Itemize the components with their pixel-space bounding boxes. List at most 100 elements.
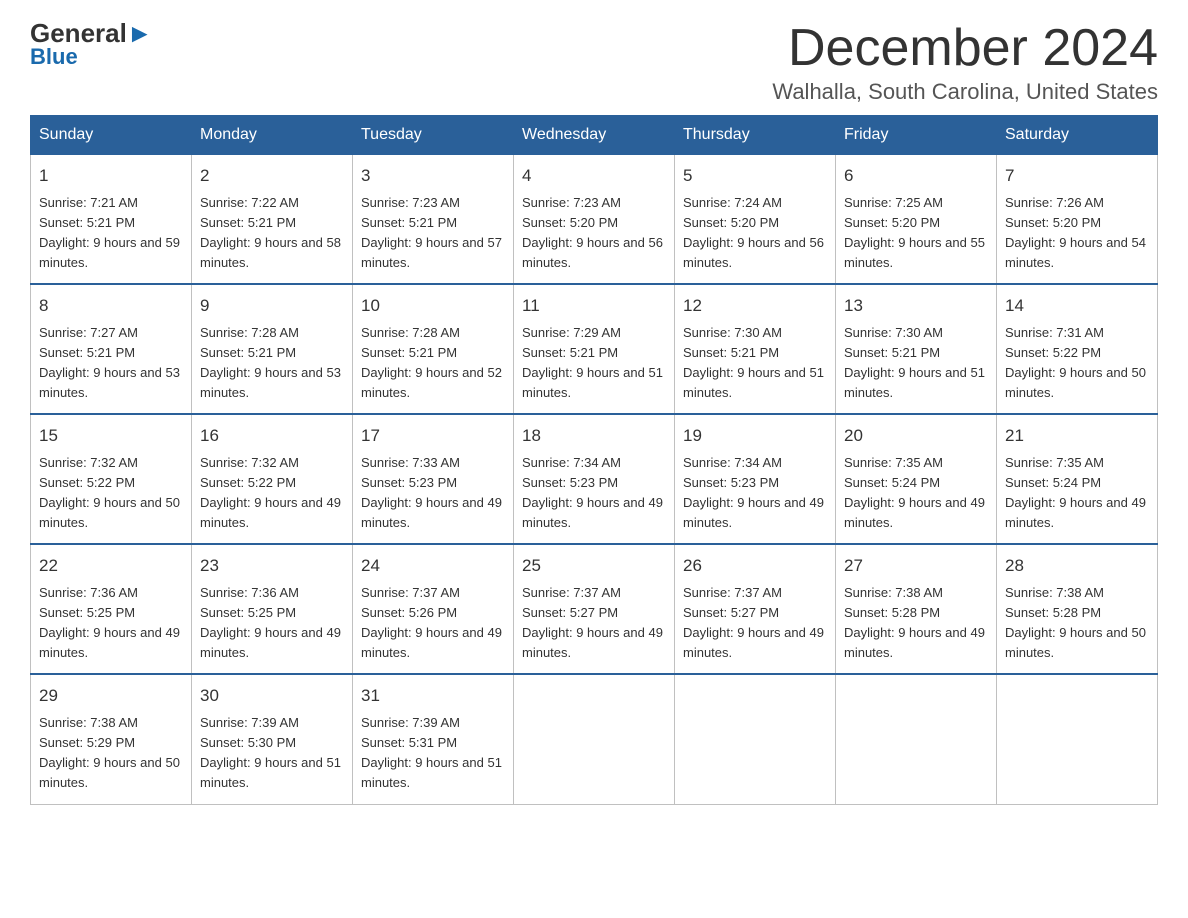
day-number: 23 (200, 553, 344, 579)
weekday-header-monday: Monday (192, 116, 353, 155)
calendar-cell: 16 Sunrise: 7:32 AMSunset: 5:22 PMDayligh… (192, 414, 353, 544)
weekday-header-saturday: Saturday (997, 116, 1158, 155)
calendar-cell: 22 Sunrise: 7:36 AMSunset: 5:25 PMDayligh… (31, 544, 192, 674)
day-info: Sunrise: 7:29 AMSunset: 5:21 PMDaylight:… (522, 323, 666, 404)
day-number: 22 (39, 553, 183, 579)
day-number: 31 (361, 683, 505, 709)
day-number: 5 (683, 163, 827, 189)
day-info: Sunrise: 7:28 AMSunset: 5:21 PMDaylight:… (200, 323, 344, 404)
day-info: Sunrise: 7:37 AMSunset: 5:27 PMDaylight:… (683, 583, 827, 664)
calendar-cell: 11 Sunrise: 7:29 AMSunset: 5:21 PMDayligh… (514, 284, 675, 414)
day-info: Sunrise: 7:30 AMSunset: 5:21 PMDaylight:… (683, 323, 827, 404)
calendar-cell: 1Sunrise: 7:21 AMSunset: 5:21 PMDaylight… (31, 155, 192, 285)
calendar-cell: 3 Sunrise: 7:23 AMSunset: 5:21 PMDaylight… (353, 155, 514, 285)
day-info: Sunrise: 7:32 AMSunset: 5:22 PMDaylight:… (200, 453, 344, 534)
day-info: Sunrise: 7:38 AMSunset: 5:28 PMDaylight:… (844, 583, 988, 664)
day-info: Sunrise: 7:39 AMSunset: 5:30 PMDaylight:… (200, 713, 344, 794)
day-number: 13 (844, 293, 988, 319)
calendar-cell: 5 Sunrise: 7:24 AMSunset: 5:20 PMDaylight… (675, 155, 836, 285)
calendar-cell: 6 Sunrise: 7:25 AMSunset: 5:20 PMDaylight… (836, 155, 997, 285)
calendar-cell: 28 Sunrise: 7:38 AMSunset: 5:28 PMDayligh… (997, 544, 1158, 674)
calendar-week-3: 15Sunrise: 7:32 AMSunset: 5:22 PMDayligh… (31, 414, 1158, 544)
day-number: 19 (683, 423, 827, 449)
day-number: 2 (200, 163, 344, 189)
day-info: Sunrise: 7:34 AMSunset: 5:23 PMDaylight:… (683, 453, 827, 534)
day-number: 10 (361, 293, 505, 319)
calendar-cell (836, 674, 997, 804)
weekday-header-sunday: Sunday (31, 116, 192, 155)
day-info: Sunrise: 7:21 AMSunset: 5:21 PMDaylight:… (39, 193, 183, 274)
calendar-cell: 13 Sunrise: 7:30 AMSunset: 5:21 PMDayligh… (836, 284, 997, 414)
day-number: 11 (522, 293, 666, 319)
calendar-week-2: 8 Sunrise: 7:27 AMSunset: 5:21 PMDaylight… (31, 284, 1158, 414)
calendar-title: December 2024 (772, 20, 1158, 77)
day-info: Sunrise: 7:38 AMSunset: 5:28 PMDaylight:… (1005, 583, 1149, 664)
day-info: Sunrise: 7:35 AMSunset: 5:24 PMDaylight:… (1005, 453, 1149, 534)
day-info: Sunrise: 7:38 AMSunset: 5:29 PMDaylight:… (39, 713, 183, 794)
day-info: Sunrise: 7:34 AMSunset: 5:23 PMDaylight:… (522, 453, 666, 534)
day-number: 3 (361, 163, 505, 189)
day-number: 9 (200, 293, 344, 319)
logo: General► Blue (30, 20, 153, 70)
day-number: 8 (39, 293, 183, 319)
calendar-subtitle: Walhalla, South Carolina, United States (772, 79, 1158, 105)
calendar-cell: 15Sunrise: 7:32 AMSunset: 5:22 PMDayligh… (31, 414, 192, 544)
calendar-cell: 7Sunrise: 7:26 AMSunset: 5:20 PMDaylight… (997, 155, 1158, 285)
day-number: 26 (683, 553, 827, 579)
day-number: 24 (361, 553, 505, 579)
calendar-cell: 17 Sunrise: 7:33 AMSunset: 5:23 PMDayligh… (353, 414, 514, 544)
calendar-cell: 4Sunrise: 7:23 AMSunset: 5:20 PMDaylight… (514, 155, 675, 285)
calendar-cell: 27 Sunrise: 7:38 AMSunset: 5:28 PMDayligh… (836, 544, 997, 674)
day-number: 12 (683, 293, 827, 319)
logo-general-text: General► (30, 20, 153, 46)
weekday-header-tuesday: Tuesday (353, 116, 514, 155)
calendar-cell: 26 Sunrise: 7:37 AMSunset: 5:27 PMDayligh… (675, 544, 836, 674)
day-info: Sunrise: 7:36 AMSunset: 5:25 PMDaylight:… (39, 583, 183, 664)
day-info: Sunrise: 7:39 AMSunset: 5:31 PMDaylight:… (361, 713, 505, 794)
calendar-week-1: 1Sunrise: 7:21 AMSunset: 5:21 PMDaylight… (31, 155, 1158, 285)
day-info: Sunrise: 7:25 AMSunset: 5:20 PMDaylight:… (844, 193, 988, 274)
calendar-cell: 2 Sunrise: 7:22 AMSunset: 5:21 PMDaylight… (192, 155, 353, 285)
calendar-cell: 29Sunrise: 7:38 AMSunset: 5:29 PMDayligh… (31, 674, 192, 804)
calendar-cell: 30 Sunrise: 7:39 AMSunset: 5:30 PMDayligh… (192, 674, 353, 804)
logo-blue-text: Blue (30, 44, 78, 70)
calendar-cell (514, 674, 675, 804)
day-number: 4 (522, 163, 666, 189)
calendar-cell: 20Sunrise: 7:35 AMSunset: 5:24 PMDayligh… (836, 414, 997, 544)
day-info: Sunrise: 7:23 AMSunset: 5:21 PMDaylight:… (361, 193, 505, 274)
calendar-cell (675, 674, 836, 804)
weekday-header-wednesday: Wednesday (514, 116, 675, 155)
calendar-cell: 23 Sunrise: 7:36 AMSunset: 5:25 PMDayligh… (192, 544, 353, 674)
page-header: General► Blue December 2024 Walhalla, So… (30, 20, 1158, 105)
day-number: 27 (844, 553, 988, 579)
day-info: Sunrise: 7:30 AMSunset: 5:21 PMDaylight:… (844, 323, 988, 404)
day-info: Sunrise: 7:32 AMSunset: 5:22 PMDaylight:… (39, 453, 183, 534)
day-number: 16 (200, 423, 344, 449)
day-number: 28 (1005, 553, 1149, 579)
day-info: Sunrise: 7:33 AMSunset: 5:23 PMDaylight:… (361, 453, 505, 534)
day-info: Sunrise: 7:22 AMSunset: 5:21 PMDaylight:… (200, 193, 344, 274)
day-info: Sunrise: 7:27 AMSunset: 5:21 PMDaylight:… (39, 323, 183, 404)
day-info: Sunrise: 7:24 AMSunset: 5:20 PMDaylight:… (683, 193, 827, 274)
day-info: Sunrise: 7:37 AMSunset: 5:26 PMDaylight:… (361, 583, 505, 664)
calendar-week-5: 29Sunrise: 7:38 AMSunset: 5:29 PMDayligh… (31, 674, 1158, 804)
day-number: 21 (1005, 423, 1149, 449)
calendar-cell: 31 Sunrise: 7:39 AMSunset: 5:31 PMDayligh… (353, 674, 514, 804)
day-number: 17 (361, 423, 505, 449)
calendar-cell: 9 Sunrise: 7:28 AMSunset: 5:21 PMDaylight… (192, 284, 353, 414)
day-number: 6 (844, 163, 988, 189)
day-number: 18 (522, 423, 666, 449)
day-number: 14 (1005, 293, 1149, 319)
day-info: Sunrise: 7:28 AMSunset: 5:21 PMDaylight:… (361, 323, 505, 404)
day-info: Sunrise: 7:37 AMSunset: 5:27 PMDaylight:… (522, 583, 666, 664)
day-info: Sunrise: 7:36 AMSunset: 5:25 PMDaylight:… (200, 583, 344, 664)
calendar-cell: 12 Sunrise: 7:30 AMSunset: 5:21 PMDayligh… (675, 284, 836, 414)
calendar-week-4: 22 Sunrise: 7:36 AMSunset: 5:25 PMDayligh… (31, 544, 1158, 674)
weekday-header-row: SundayMondayTuesdayWednesdayThursdayFrid… (31, 116, 1158, 155)
calendar-cell: 10 Sunrise: 7:28 AMSunset: 5:21 PMDayligh… (353, 284, 514, 414)
day-info: Sunrise: 7:26 AMSunset: 5:20 PMDaylight:… (1005, 193, 1149, 274)
day-number: 30 (200, 683, 344, 709)
calendar-cell (997, 674, 1158, 804)
day-number: 25 (522, 553, 666, 579)
title-block: December 2024 Walhalla, South Carolina, … (772, 20, 1158, 105)
